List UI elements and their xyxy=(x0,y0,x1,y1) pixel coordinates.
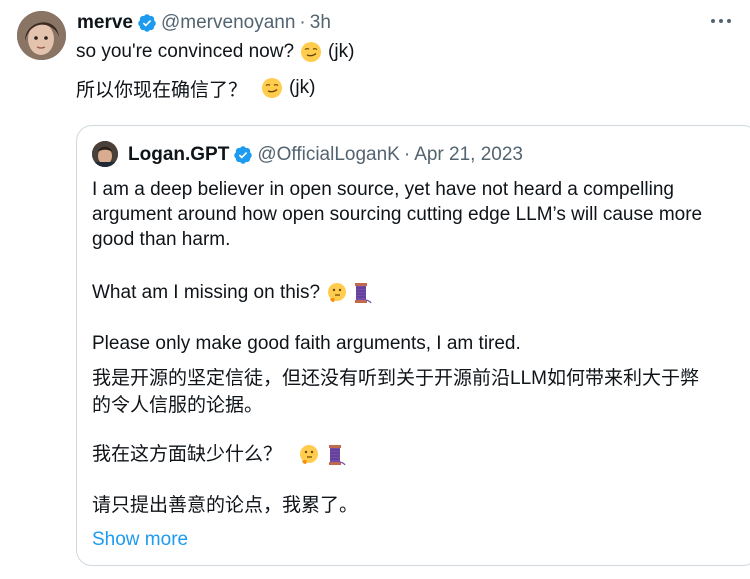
quoted-paragraph-1: I am a deep believer in open source, yet… xyxy=(92,179,703,250)
thread-spool-icon xyxy=(329,444,346,465)
avatar-image xyxy=(17,11,66,60)
verified-badge-icon[interactable] xyxy=(137,13,157,33)
tweet-text-zh-suffix: (jk) xyxy=(289,77,316,98)
quoted-zh-1: 我是开源的坚定信徒，但还没有听到关于开源前沿LLM如何带来利大于弊的令人信服的论… xyxy=(92,368,699,416)
show-more-link[interactable]: Show more xyxy=(92,529,188,551)
separator-dot: · xyxy=(403,144,411,165)
quoted-date[interactable]: Apr 21, 2023 xyxy=(414,144,523,166)
thinking-face-icon xyxy=(328,282,347,302)
tweet-text-zh: 所以你现在确信了？ (jk) xyxy=(76,76,316,101)
more-options-icon[interactable] xyxy=(709,16,733,26)
quoted-paragraph-3: Please only make good faith arguments, I… xyxy=(92,333,521,354)
thinking-face-icon xyxy=(300,444,319,464)
author-name[interactable]: merve xyxy=(77,12,133,34)
thread-spool-icon xyxy=(355,282,372,303)
tweet-time[interactable]: 3h xyxy=(310,12,331,34)
avatar[interactable] xyxy=(17,11,66,60)
smirking-face-icon xyxy=(301,42,322,62)
verified-badge-icon[interactable] xyxy=(233,145,253,165)
quoted-paragraph-2: What am I missing on this? xyxy=(92,280,712,305)
quoted-header: Logan.GPT @OfficialLoganK · Apr 21, 2023 xyxy=(128,143,523,167)
quoted-paragraph-2-text: What am I missing on this? xyxy=(92,282,321,303)
quoted-tweet[interactable]: Logan.GPT @OfficialLoganK · Apr 21, 2023… xyxy=(76,125,750,566)
quoted-zh-2: 我在这方面缺少什么？ xyxy=(92,442,712,467)
tweet-header: merve @mervenoyann · 3h xyxy=(77,11,331,35)
quoted-author-name[interactable]: Logan.GPT xyxy=(128,144,229,166)
tweet-text-en-suffix: (jk) xyxy=(328,41,355,62)
tweet-text-en-main: so you're convinced now? xyxy=(76,41,295,62)
separator-dot: · xyxy=(299,12,306,33)
quoted-author-handle[interactable]: @OfficialLoganK xyxy=(257,144,400,166)
tweet-text-en: so you're convinced now? (jk) xyxy=(76,40,354,64)
author-handle[interactable]: @mervenoyann xyxy=(161,12,295,34)
tweet-text-zh-main: 所以你现在确信了？ xyxy=(76,79,248,101)
quoted-avatar-image xyxy=(92,141,118,167)
quoted-avatar[interactable] xyxy=(92,141,118,167)
smirking-face-icon xyxy=(262,78,283,98)
quoted-zh-3: 请只提出善意的论点，我累了。 xyxy=(92,495,359,516)
quoted-zh-2-text: 我在这方面缺少什么？ xyxy=(92,444,283,465)
